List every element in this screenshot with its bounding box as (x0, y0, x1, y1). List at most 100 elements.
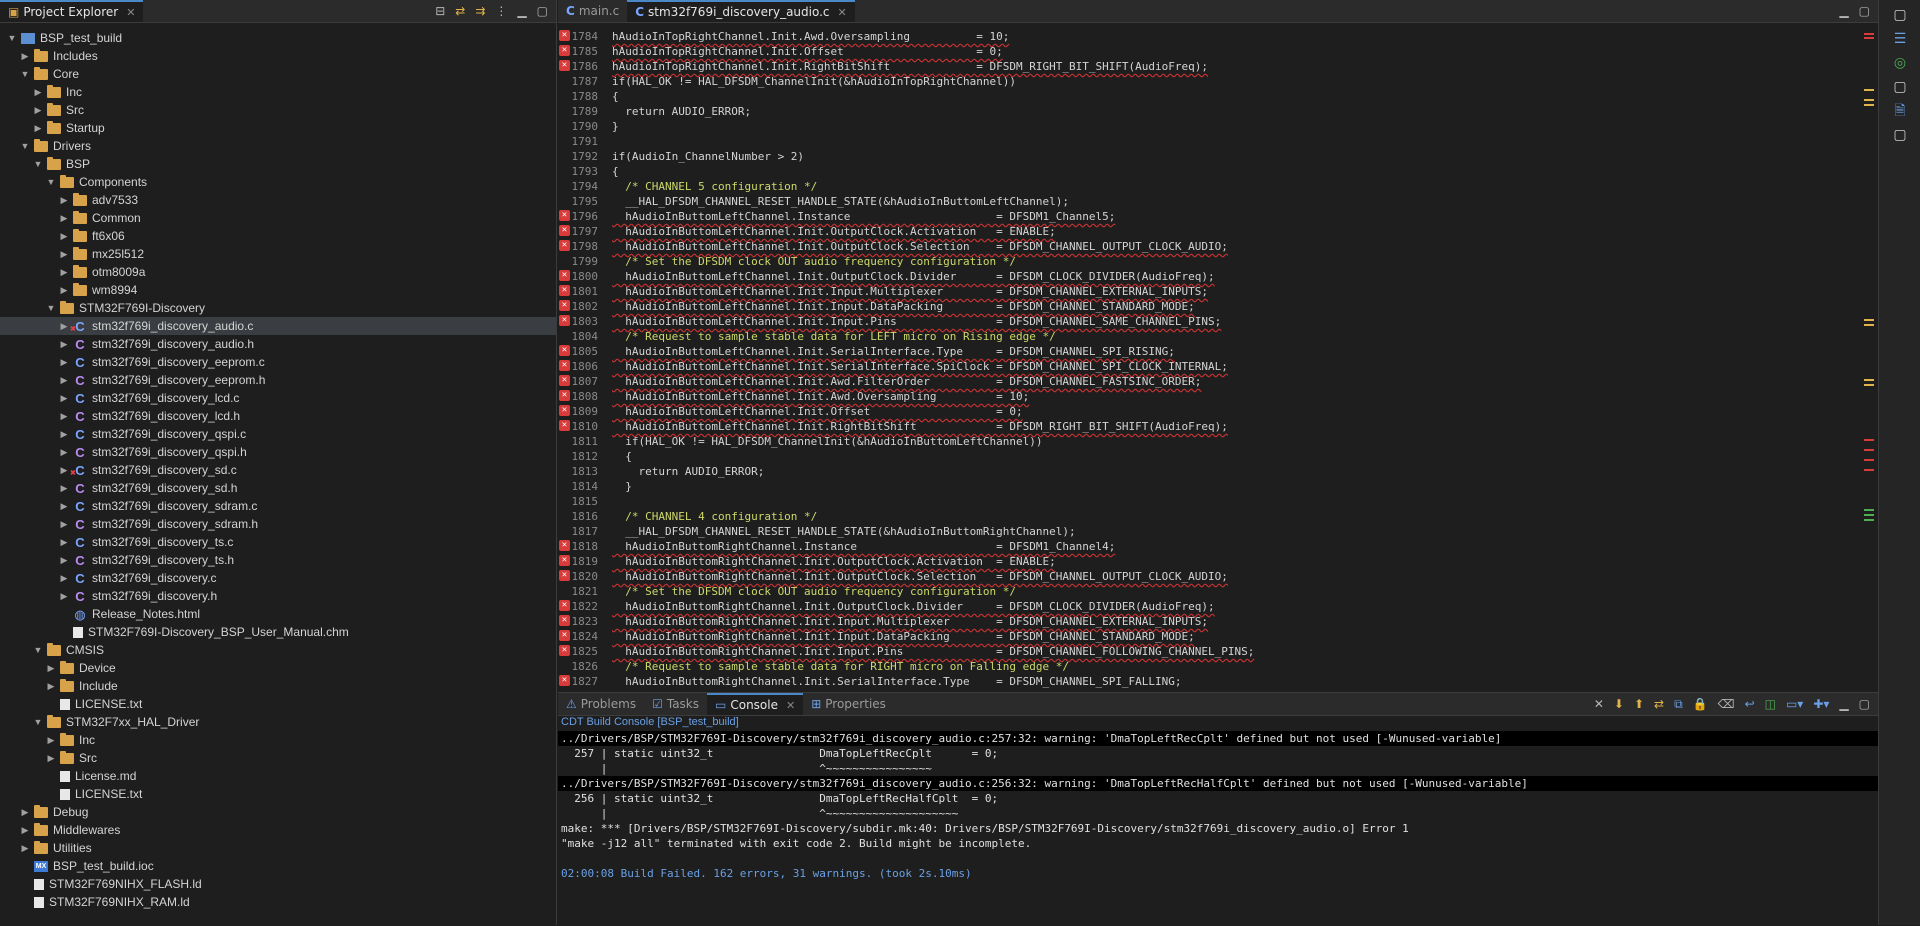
tree-item[interactable]: ▼ CMSIS (0, 641, 556, 659)
tree-item[interactable]: ▶ Middlewares (0, 821, 556, 839)
code-line[interactable]: ✕ 1805 hAudioInButtomLeftChannel.Init.Ser… (558, 344, 1858, 359)
next-error-icon[interactable]: ⬇ (1614, 697, 1624, 711)
tree-item[interactable]: STM32F769I-Discovery_BSP_User_Manual.chm (0, 623, 556, 641)
chevron-down-icon[interactable]: ▼ (45, 299, 57, 317)
code-line[interactable]: 1804 /* Request to sample stable data fo… (558, 329, 1858, 344)
tree-item[interactable]: ▶Cstm32f769i_discovery_sd.c (0, 461, 556, 479)
ruler-mark[interactable] (1864, 379, 1874, 381)
code-line[interactable]: ✕ 1786 hAudioInTopRightChannel.Init.RightB… (558, 59, 1858, 74)
error-marker-icon[interactable]: ✕ (559, 630, 570, 641)
code-line[interactable]: ✕ 1798 hAudioInButtomLeftChannel.Init.Out… (558, 239, 1858, 254)
copy-build-log-icon[interactable]: ⧉ (1674, 697, 1683, 712)
tree-item[interactable]: MX BSP_test_build.ioc (0, 857, 556, 875)
clear-console-icon[interactable]: ⌫ (1718, 697, 1735, 711)
code-line[interactable]: ✕ 1825 hAudioInButtomRightChannel.Init.In… (558, 644, 1858, 659)
error-marker-icon[interactable]: ✕ (559, 210, 570, 221)
ruler-mark[interactable] (1864, 469, 1874, 471)
tree-item[interactable]: ▼ Core (0, 65, 556, 83)
tree-item[interactable]: ▶ Cstm32f769i_discovery_ts.h (0, 551, 556, 569)
ruler-mark[interactable] (1864, 439, 1874, 441)
terminate-icon[interactable]: ✕ (1594, 697, 1604, 711)
collapse-all-icon[interactable]: ⊟ (435, 4, 445, 18)
pin-console-icon[interactable]: ◫ (1765, 697, 1776, 711)
tree-item[interactable]: ▼ Drivers (0, 137, 556, 155)
filter-icon[interactable]: ⇉ (475, 4, 485, 18)
ruler-mark[interactable] (1864, 89, 1874, 91)
tree-item[interactable]: ◍ Release_Notes.html (0, 605, 556, 623)
chevron-right-icon[interactable]: ▶ (58, 389, 70, 407)
code-line[interactable]: 1813 return AUDIO_ERROR; (558, 464, 1858, 479)
ruler-mark[interactable] (1864, 519, 1874, 521)
chevron-right-icon[interactable]: ▶ (58, 407, 70, 425)
tree-item[interactable]: ▶ Cstm32f769i_discovery_sdram.c (0, 497, 556, 515)
tree-item[interactable]: ▶ Cstm32f769i_discovery.c (0, 569, 556, 587)
chevron-down-icon[interactable]: ▼ (19, 137, 31, 155)
chevron-down-icon[interactable]: ▼ (45, 173, 57, 191)
console-tab[interactable]: ☑ Tasks (644, 693, 707, 715)
code-line[interactable]: 1795 __HAL_DFSDM_CHANNEL_RESET_HANDLE_ST… (558, 194, 1858, 209)
close-icon[interactable]: ✕ (838, 6, 847, 19)
tree-item[interactable]: ▶ Inc (0, 731, 556, 749)
ruler-mark[interactable] (1864, 99, 1874, 101)
close-icon[interactable]: ✕ (786, 699, 795, 712)
chevron-down-icon[interactable]: ▼ (32, 641, 44, 659)
tree-item[interactable]: ▶ Startup (0, 119, 556, 137)
tree-item[interactable]: ▶ otm8009a (0, 263, 556, 281)
link-icon[interactable]: ⇄ (1654, 697, 1664, 711)
error-marker-icon[interactable]: ✕ (559, 285, 570, 296)
chevron-right-icon[interactable]: ▶ (58, 245, 70, 263)
chevron-right-icon[interactable]: ▶ (58, 371, 70, 389)
tree-item[interactable]: ▶ Includes (0, 47, 556, 65)
word-wrap-icon[interactable]: ↩ (1745, 697, 1755, 711)
tree-item[interactable]: ▶ Utilities (0, 839, 556, 857)
tree-item[interactable]: ▶ Include (0, 677, 556, 695)
tree-item[interactable]: ▼ STM32F769I-Discovery (0, 299, 556, 317)
minimize-icon[interactable]: ▁ (517, 4, 526, 18)
ruler-mark[interactable] (1864, 459, 1874, 461)
code-line[interactable]: ✕ 1809 hAudioInButtomLeftChannel.Init.Off… (558, 404, 1858, 419)
chevron-right-icon[interactable]: ▶ (45, 731, 57, 749)
code-line[interactable]: ✕ 1819 hAudioInButtomRightChannel.Init.Ou… (558, 554, 1858, 569)
ruler-mark[interactable] (1864, 319, 1874, 321)
chevron-right-icon[interactable]: ▶ (19, 839, 31, 857)
chevron-right-icon[interactable]: ▶ (58, 479, 70, 497)
chevron-right-icon[interactable]: ▶ (58, 227, 70, 245)
chevron-right-icon[interactable]: ▶ (45, 659, 57, 677)
tree-item[interactable]: ▶ Cstm32f769i_discovery_eeprom.h (0, 371, 556, 389)
code-line[interactable]: ✕ 1806 hAudioInButtomLeftChannel.Init.Ser… (558, 359, 1858, 374)
scroll-lock-icon[interactable]: 🔒 (1693, 697, 1708, 711)
chevron-right-icon[interactable]: ▶ (58, 281, 70, 299)
maximize-icon[interactable]: ▢ (1859, 697, 1870, 711)
chevron-down-icon[interactable]: ▼ (32, 155, 44, 173)
code-line[interactable]: ✕ 1818 hAudioInButtomRightChannel.Instanc… (558, 539, 1858, 554)
error-marker-icon[interactable]: ✕ (559, 360, 570, 371)
link-with-editor-icon[interactable]: ⇄ (455, 4, 465, 18)
ruler-mark[interactable] (1864, 509, 1874, 511)
tree-item[interactable]: LICENSE.txt (0, 785, 556, 803)
tree-item[interactable]: LICENSE.txt (0, 695, 556, 713)
error-marker-icon[interactable]: ✕ (559, 270, 570, 281)
code-line[interactable]: ✕ 1810 hAudioInButtomLeftChannel.Init.Rig… (558, 419, 1858, 434)
chevron-right-icon[interactable]: ▶ (19, 47, 31, 65)
code-line[interactable]: ✕ 1824 hAudioInButtomRightChannel.Init.In… (558, 629, 1858, 644)
tree-item[interactable]: ▼ Components (0, 173, 556, 191)
chevron-right-icon[interactable]: ▶ (58, 515, 70, 533)
error-marker-icon[interactable]: ✕ (559, 420, 570, 431)
code-line[interactable]: ✕ 1801 hAudioInButtomLeftChannel.Init.Inp… (558, 284, 1858, 299)
view-menu-icon[interactable]: ⋮ (495, 4, 507, 18)
code-line[interactable]: 1790} (558, 119, 1858, 134)
chevron-right-icon[interactable]: ▶ (58, 587, 70, 605)
code-line[interactable]: ✕ 1823 hAudioInButtomRightChannel.Init.In… (558, 614, 1858, 629)
error-marker-icon[interactable]: ✕ (559, 315, 570, 326)
chevron-right-icon[interactable]: ▶ (58, 209, 70, 227)
code-line[interactable]: ✕ 1797 hAudioInButtomLeftChannel.Init.Out… (558, 224, 1858, 239)
error-marker-icon[interactable]: ✕ (559, 225, 570, 236)
outline-icon[interactable]: ☰ (1891, 30, 1909, 48)
build-targets-icon[interactable]: ◎ (1891, 54, 1909, 72)
code-area[interactable]: ✕ 1784 hAudioInTopRightChannel.Init.Awd.Ov… (558, 29, 1858, 688)
error-marker-icon[interactable]: ✕ (559, 615, 570, 626)
tree-item[interactable]: ▶ adv7533 (0, 191, 556, 209)
code-line[interactable]: ✕ 1827 hAudioInButtomRightChannel.Init.Se… (558, 674, 1858, 688)
tree-item[interactable]: STM32F769NIHX_RAM.ld (0, 893, 556, 911)
error-marker-icon[interactable]: ✕ (559, 675, 570, 686)
